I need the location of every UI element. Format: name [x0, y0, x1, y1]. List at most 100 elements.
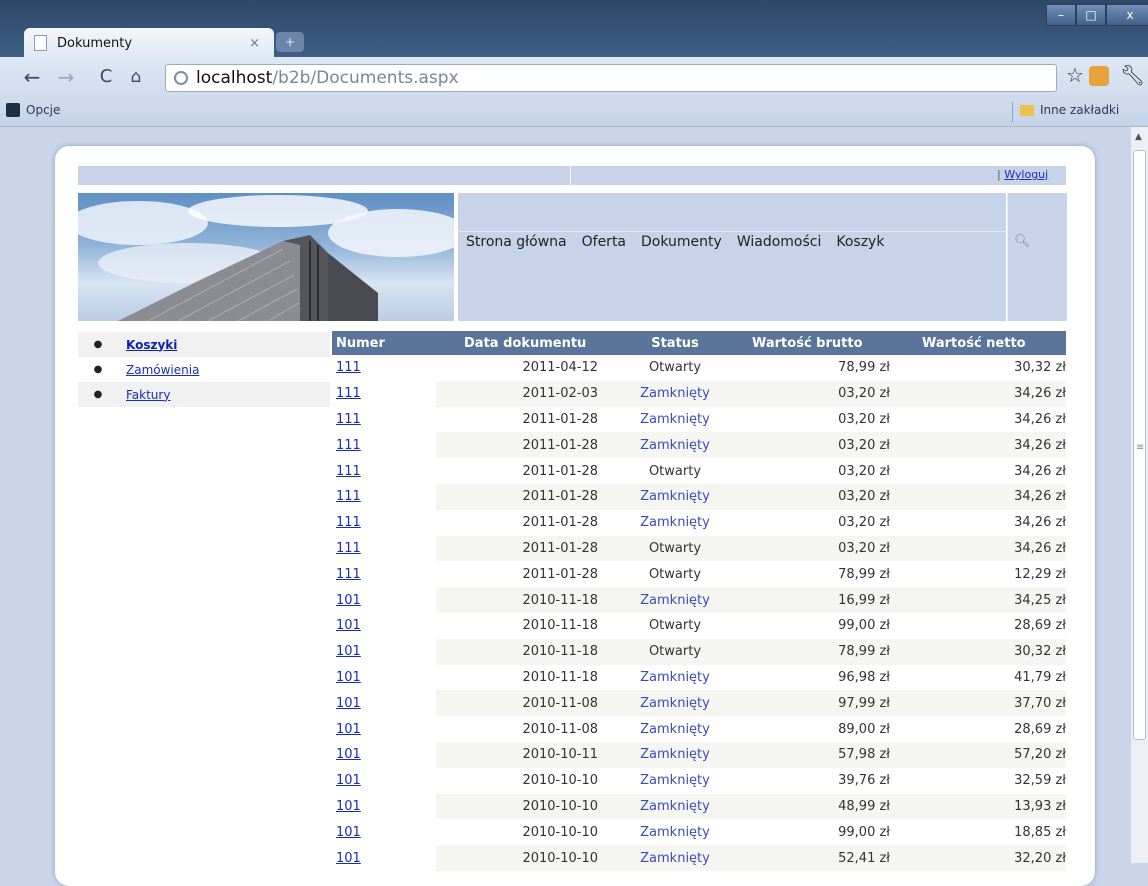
cell-number: 101	[332, 587, 436, 613]
nav-item-messages[interactable]: Wiadomości	[737, 234, 822, 250]
document-number-link[interactable]: 101	[336, 644, 361, 659]
back-icon[interactable]: ←	[20, 65, 44, 89]
home-icon[interactable]: ⌂	[124, 67, 148, 87]
new-tab-button[interactable]: +	[276, 32, 304, 52]
cell-gross: 39,76 zł	[750, 767, 890, 794]
bullet-icon: ●	[93, 364, 103, 375]
sidebar-item-orders: ● Zamówienia	[78, 357, 330, 382]
forward-icon[interactable]: →	[54, 65, 78, 89]
document-number-link[interactable]: 111	[336, 489, 361, 504]
cell-number: 101	[332, 845, 436, 871]
search-icon[interactable]: 🔍︎	[1014, 234, 1031, 249]
cell-date: 2010-10-10	[436, 819, 600, 846]
sidebar-link-carts[interactable]: Koszyki	[126, 338, 177, 352]
cell-net: 18,85 zł	[890, 819, 1066, 846]
close-tab-icon[interactable]: ×	[249, 36, 260, 51]
document-number-link[interactable]: 111	[336, 541, 361, 556]
nav-item-home[interactable]: Strona główna	[466, 234, 567, 250]
col-header-date[interactable]: Data dokumentu	[436, 331, 600, 355]
cell-status: Otwarty	[600, 638, 750, 665]
document-number-link[interactable]: 111	[336, 360, 361, 375]
cell-net: 28,69 zł	[890, 716, 1066, 742]
document-number-link[interactable]: 111	[336, 464, 361, 479]
document-number-link[interactable]: 101	[336, 696, 361, 711]
cell-net: 32,20 zł	[890, 845, 1066, 871]
cell-net: 57,20 zł	[890, 741, 1066, 768]
document-number-link[interactable]: 101	[336, 593, 361, 608]
table-row: 111 2011-01-28 Otwarty 78,99 zł 12,29 zł	[332, 561, 1066, 588]
sidebar-link-invoices[interactable]: Faktury	[126, 388, 170, 402]
star-icon[interactable]: ☆	[1066, 63, 1084, 87]
cell-number: 101	[332, 690, 436, 717]
cell-number: 111	[332, 432, 436, 459]
other-bookmarks[interactable]: Inne zakładki	[1020, 103, 1119, 117]
cell-status: Otwarty	[600, 535, 750, 562]
cell-net: 12,29 zł	[890, 561, 1066, 588]
nav-item-documents[interactable]: Dokumenty	[641, 234, 722, 250]
document-number-link[interactable]: 111	[336, 438, 361, 453]
document-number-link[interactable]: 101	[336, 799, 361, 814]
cell-number: 101	[332, 638, 436, 665]
options-icon	[6, 103, 20, 117]
scroll-up-icon[interactable]: ▲	[1135, 132, 1142, 142]
cell-gross: 03,20 zł	[750, 432, 890, 459]
maximize-button[interactable]: □	[1076, 4, 1106, 26]
globe-icon	[174, 71, 188, 85]
cell-date: 2010-11-08	[436, 716, 600, 742]
document-number-link[interactable]: 101	[336, 722, 361, 737]
cell-gross: 78,99 zł	[750, 355, 890, 381]
col-header-gross[interactable]: Wartość brutto	[750, 331, 890, 355]
cell-net: 32,59 zł	[890, 767, 1066, 794]
col-header-number[interactable]: Numer	[332, 331, 436, 355]
browser-tab[interactable]: Dokumenty ×	[24, 28, 274, 58]
document-number-link[interactable]: 111	[336, 412, 361, 427]
nav-item-offer[interactable]: Oferta	[582, 234, 626, 250]
address-bar[interactable]: localhost/b2b/Documents.aspx	[165, 64, 1057, 92]
document-number-link[interactable]: 101	[336, 618, 361, 633]
document-number-link[interactable]: 111	[336, 567, 361, 582]
document-number-link[interactable]: 111	[336, 386, 361, 401]
cell-net: 34,26 zł	[890, 406, 1066, 433]
extension-icon[interactable]	[1089, 66, 1109, 86]
document-number-link[interactable]: 101	[336, 747, 361, 762]
document-icon	[34, 35, 47, 51]
bullet-icon: ●	[93, 339, 103, 350]
logout-link[interactable]: Wyloguj	[1004, 168, 1048, 181]
nav-item-cart[interactable]: Koszyk	[836, 234, 884, 250]
document-number-link[interactable]: 101	[336, 851, 361, 866]
sidebar-menu: ● Koszyki ● Zamówienia ● Faktury	[78, 332, 330, 407]
cell-gross: 03,20 zł	[750, 406, 890, 433]
document-number-link[interactable]: 101	[336, 825, 361, 840]
cell-gross: 03,20 zł	[750, 535, 890, 562]
sidebar-link-orders[interactable]: Zamówienia	[126, 363, 199, 377]
reload-icon[interactable]: C	[94, 66, 118, 87]
cell-net: 34,26 zł	[890, 432, 1066, 459]
cell-net: 34,26 zł	[890, 509, 1066, 536]
cell-net: 30,32 zł	[890, 355, 1066, 381]
cell-gross: 97,99 zł	[750, 690, 890, 717]
document-number-link[interactable]: 101	[336, 670, 361, 685]
minimize-button[interactable]: –	[1046, 4, 1076, 26]
col-header-net[interactable]: Wartość netto	[890, 331, 1066, 355]
tab-title: Dokumenty	[57, 35, 133, 51]
building-image	[78, 195, 454, 321]
cell-number: 101	[332, 741, 436, 768]
bookmark-options[interactable]: Opcje	[6, 103, 60, 117]
document-number-link[interactable]: 111	[336, 515, 361, 530]
table-row: 101 2010-10-10 Zamknięty 99,00 zł 18,85 zł	[332, 819, 1066, 846]
document-number-link[interactable]: 101	[336, 773, 361, 788]
cell-number: 111	[332, 561, 436, 588]
table-row: 101 2010-11-18 Otwarty 78,99 zł 30,32 zł	[332, 638, 1066, 665]
col-header-status[interactable]: Status	[600, 331, 750, 355]
cell-date: 2011-04-12	[436, 355, 600, 381]
bookmark-options-label: Opcje	[26, 103, 61, 117]
table-row: 101 2010-10-10 Zamknięty 52,41 zł 32,20 zł	[332, 845, 1066, 871]
cell-gross: 78,99 zł	[750, 561, 890, 588]
wrench-icon[interactable]: 🔧︎	[1120, 63, 1145, 87]
cell-gross: 89,00 zł	[750, 716, 890, 742]
cell-status: Zamknięty	[600, 716, 750, 742]
close-window-button[interactable]: x	[1106, 4, 1148, 26]
cell-date: 2010-11-18	[436, 587, 600, 613]
bullet-icon: ●	[93, 389, 103, 400]
table-row: 111 2011-01-28 Zamknięty 03,20 zł 34,26 zł	[332, 483, 1066, 510]
